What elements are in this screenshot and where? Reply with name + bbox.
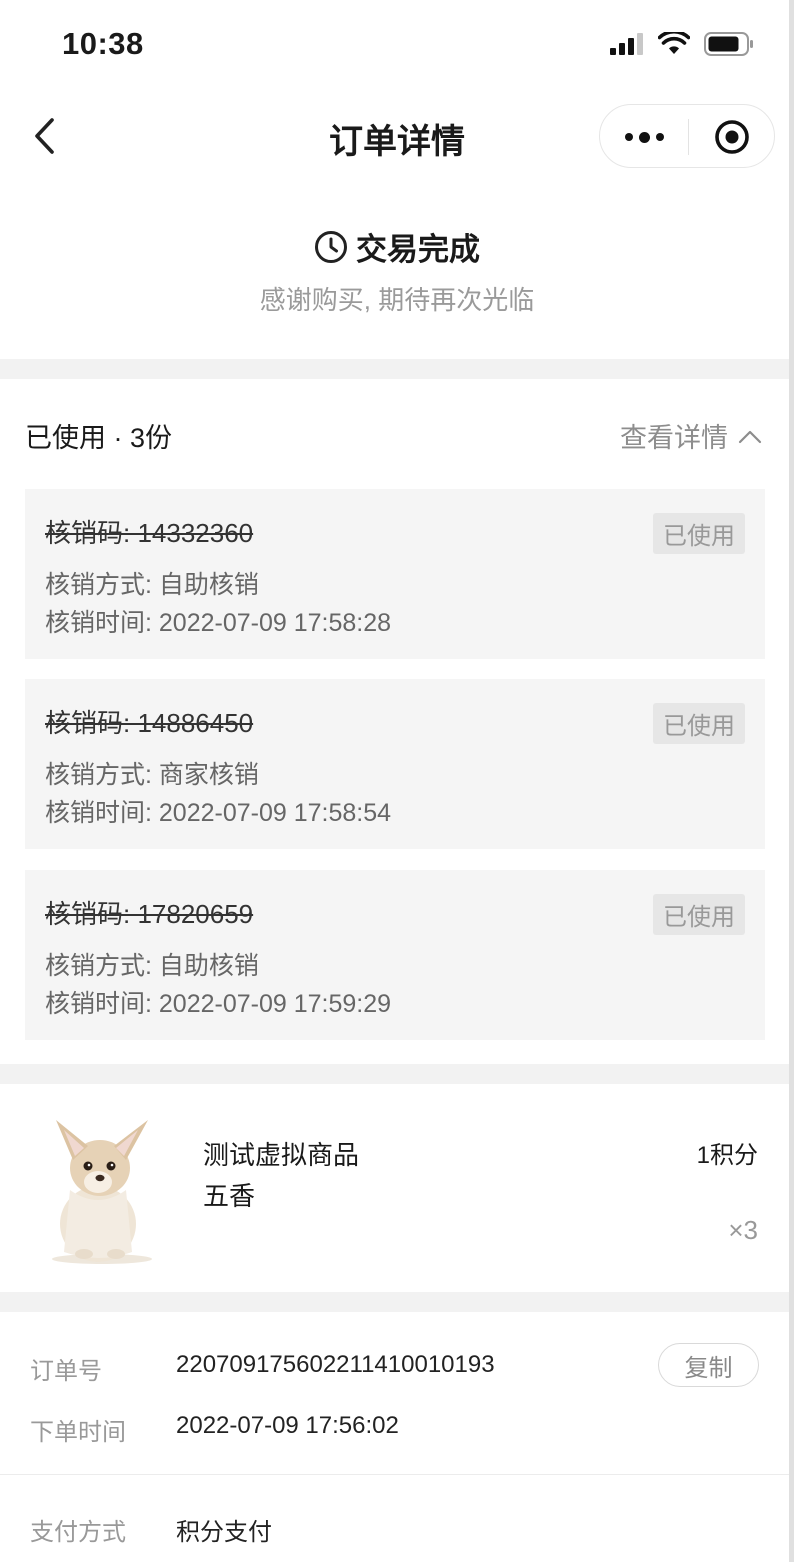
- view-detail-toggle[interactable]: 查看详情: [620, 416, 762, 455]
- used-summary: 已使用 · 3份: [25, 423, 173, 453]
- battery-icon: [704, 32, 753, 56]
- status-time: 10:38: [62, 26, 144, 61]
- order-time-value: 2022-07-09 17:56:02: [176, 1412, 399, 1439]
- redemption-code: 核销码: 14886450: [45, 708, 254, 738]
- order-number-value: 220709175602211410010193: [176, 1351, 495, 1378]
- product-quantity: ×3: [728, 1215, 758, 1245]
- section-gap: [0, 1064, 794, 1084]
- redemption-time: 核销时间: 2022-07-09 17:59:29: [45, 990, 392, 1018]
- view-detail-label: 查看详情: [620, 423, 728, 453]
- chevron-up-icon: [738, 430, 762, 443]
- signal-icon: [610, 33, 643, 55]
- status-badge: 已使用: [653, 513, 745, 554]
- product-name: 测试虚拟商品: [203, 1140, 360, 1170]
- copy-button[interactable]: 复制: [658, 1343, 759, 1387]
- more-dot-icon: [655, 133, 664, 141]
- status-badge: 已使用: [653, 703, 745, 744]
- more-dot-icon: [638, 131, 650, 143]
- payment-method-value: 积分支付: [176, 1519, 272, 1546]
- status-badge: 已使用: [653, 894, 745, 935]
- order-status-title: 交易完成: [356, 232, 480, 267]
- order-status-subtitle: 感谢购买, 期待再次光临: [259, 285, 535, 315]
- mini-program-capsule: [599, 104, 775, 168]
- order-time-label: 下单时间: [30, 1419, 126, 1446]
- target-icon: [715, 120, 749, 154]
- product-spec: 五香: [203, 1181, 256, 1211]
- redemption-method: 核销方式: 商家核销: [45, 761, 259, 789]
- redemption-time: 核销时间: 2022-07-09 17:58:54: [45, 799, 392, 827]
- scrollbar-track[interactable]: [789, 0, 794, 1562]
- order-number-label: 订单号: [30, 1358, 102, 1385]
- redemption-method: 核销方式: 自助核销: [45, 571, 259, 599]
- product-price: 1积分: [696, 1142, 758, 1169]
- redemption-card: 核销码: 17820659 已使用 核销方式: 自助核销 核销时间: 2022-…: [25, 870, 765, 1040]
- redemption-code: 核销码: 14332360: [45, 518, 254, 548]
- divider: [0, 1474, 794, 1475]
- section-gap: [0, 1292, 794, 1312]
- product-image[interactable]: [40, 1112, 158, 1264]
- more-button[interactable]: [600, 105, 688, 169]
- status-icons: [610, 32, 754, 56]
- close-mini-program-button[interactable]: [689, 105, 775, 169]
- more-dot-icon: [624, 133, 633, 141]
- section-gap: [0, 359, 794, 379]
- redemption-code: 核销码: 17820659: [45, 899, 254, 929]
- redemption-card: 核销码: 14332360 已使用 核销方式: 自助核销 核销时间: 2022-…: [25, 489, 765, 659]
- redemption-method: 核销方式: 自助核销: [45, 952, 259, 980]
- clock-icon: [315, 230, 347, 263]
- redemption-card: 核销码: 14886450 已使用 核销方式: 商家核销 核销时间: 2022-…: [25, 679, 765, 849]
- payment-method-label: 支付方式: [30, 1519, 126, 1546]
- order-status: 交易完成: [0, 224, 794, 269]
- redemption-time: 核销时间: 2022-07-09 17:58:28: [45, 609, 392, 637]
- wifi-icon: [658, 32, 690, 54]
